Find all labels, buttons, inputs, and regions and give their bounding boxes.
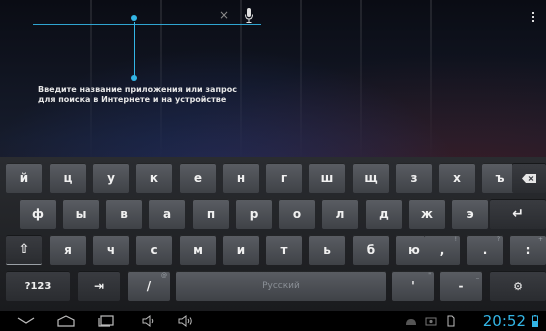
cursor-handle-bottom[interactable] [131, 75, 137, 81]
key[interactable]: в [106, 199, 142, 229]
recent-apps-icon [98, 315, 114, 327]
system-navigation-bar: 20:52 [0, 311, 546, 331]
key[interactable]: о [279, 199, 315, 229]
keyboard-row-2: ф ы в а п р о л д ж э ↵ [0, 199, 546, 233]
key[interactable]: м [180, 235, 216, 265]
key[interactable]: я [50, 235, 86, 265]
key-alt-char: @ [161, 272, 167, 279]
backspace-key[interactable] [512, 163, 546, 193]
notification-icon[interactable] [445, 314, 457, 328]
cursor-handle-top[interactable] [131, 15, 137, 21]
key[interactable]: ц [50, 163, 86, 193]
key[interactable]: э [452, 199, 488, 229]
status-clock[interactable]: 20:52 [483, 312, 526, 330]
key[interactable]: ф [20, 199, 56, 229]
key[interactable]: х [439, 163, 475, 193]
android-debug-icon [406, 319, 416, 325]
search-hint-text: Введите название приложения или запрос д… [38, 85, 278, 105]
notification-icon[interactable] [404, 314, 418, 328]
key-main-char: , [439, 243, 445, 257]
shift-key[interactable]: ⇧ [6, 235, 42, 265]
space-key[interactable]: Русский [176, 271, 386, 301]
microphone-icon[interactable] [244, 8, 254, 24]
back-button[interactable] [15, 314, 37, 328]
key[interactable]: и [223, 235, 259, 265]
key[interactable]: ж [409, 199, 445, 229]
key[interactable]: ш [309, 163, 345, 193]
home-icon [57, 315, 75, 327]
search-input[interactable] [30, 4, 265, 28]
key[interactable]: щ [353, 163, 389, 193]
chevron-down-icon [17, 317, 35, 324]
key-alt-char: ! [454, 236, 457, 243]
key[interactable]: а [149, 199, 185, 229]
onscreen-keyboard: й ц у к е н г ш щ з х ъ ф ы в а п р о л … [0, 157, 546, 311]
search-hint-line: для поиска в Интернете и на устройстве [38, 95, 227, 104]
tab-key[interactable]: ⇥ [78, 271, 120, 301]
apostrophe-key[interactable]: ' " [392, 271, 434, 301]
volume-up-icon [178, 315, 192, 327]
symbols-key[interactable]: ?123 [6, 271, 70, 301]
key-main-char: / [146, 279, 152, 293]
key[interactable]: ч [93, 235, 129, 265]
key[interactable]: ь [309, 235, 345, 265]
key-alt-char: _ [476, 272, 479, 279]
key[interactable]: г [266, 163, 302, 193]
key-main-char: . [482, 243, 488, 257]
search-underline [33, 24, 261, 25]
period-key[interactable]: . ? [467, 235, 503, 265]
key-alt-char: + [537, 236, 543, 243]
key[interactable]: л [322, 199, 358, 229]
key[interactable]: н [223, 163, 259, 193]
key[interactable]: ы [63, 199, 99, 229]
key[interactable]: п [193, 199, 229, 229]
key[interactable]: к [136, 163, 172, 193]
notification-icon[interactable] [424, 314, 438, 328]
key[interactable]: б [353, 235, 389, 265]
battery-icon [532, 315, 538, 327]
cursor-guide-line [134, 22, 135, 78]
key[interactable]: з [396, 163, 432, 193]
slash-key[interactable]: / @ [128, 271, 170, 301]
key[interactable]: д [366, 199, 402, 229]
overflow-menu-icon[interactable] [531, 12, 535, 26]
key-alt-char: " [428, 272, 431, 279]
home-button[interactable] [55, 314, 77, 328]
volume-down-icon [142, 315, 154, 327]
screenshot-icon [425, 317, 437, 326]
battery-indicator[interactable] [530, 314, 540, 328]
key[interactable]: т [266, 235, 302, 265]
volume-up-button[interactable] [176, 314, 196, 328]
key-main-char: ' [411, 279, 415, 293]
key[interactable]: й [6, 163, 42, 193]
keyboard-row-4: ?123 ⇥ / @ Русский ' " - _ ⚙ [0, 271, 546, 305]
key-alt-char: ? [496, 236, 500, 243]
key-main-char: - [458, 279, 464, 293]
key[interactable]: е [180, 163, 216, 193]
keyboard-row-3: ⇧ я ч с м и т ь б ю , ! . ? : + [0, 235, 546, 269]
search-hint-line: Введите название приложения или запрос [38, 85, 237, 94]
volume-down-button[interactable] [140, 314, 158, 328]
enter-key[interactable]: ↵ [490, 199, 546, 229]
background-light-beam [430, 0, 432, 160]
background-light-beam [300, 0, 302, 160]
key[interactable]: у [93, 163, 129, 193]
colon-key[interactable]: : + [510, 235, 546, 265]
comma-key[interactable]: , ! [424, 235, 460, 265]
sd-card-icon [447, 315, 455, 327]
background-light-beam [360, 0, 362, 160]
key[interactable]: р [236, 199, 272, 229]
clear-search-icon[interactable]: × [219, 9, 229, 21]
key-main-char: : [525, 243, 531, 257]
keyboard-settings-key[interactable]: ⚙ [490, 271, 546, 301]
key[interactable]: с [136, 235, 172, 265]
keyboard-row-1: й ц у к е н г ш щ з х ъ [0, 163, 546, 197]
recent-apps-button[interactable] [95, 314, 117, 328]
dash-key[interactable]: - _ [440, 271, 482, 301]
backspace-icon [522, 173, 536, 183]
